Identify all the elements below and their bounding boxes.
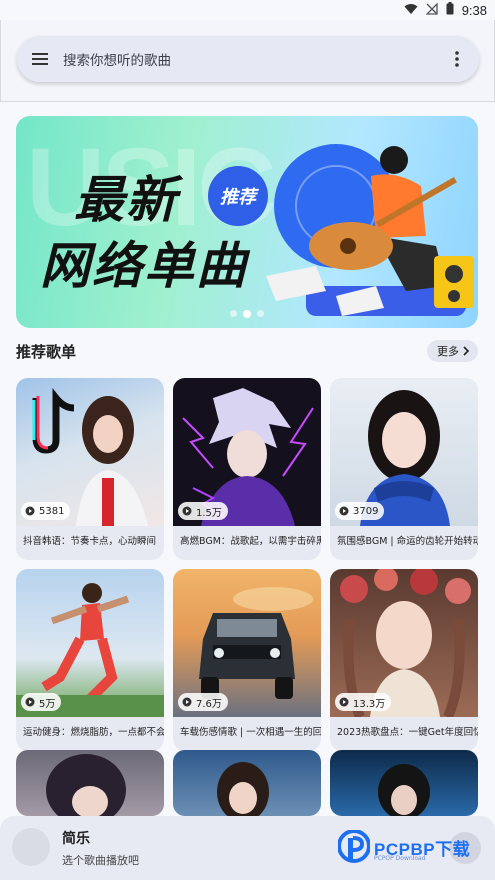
play-circle-icon xyxy=(182,697,192,707)
playlist-title: 抖音韩语：节奏卡点，心动瞬间 xyxy=(23,536,157,547)
search-input[interactable]: 搜索你想听的歌曲 xyxy=(63,49,435,69)
playlist-cover: 5381 xyxy=(16,378,164,526)
banner-badge: 推荐 xyxy=(208,166,268,226)
play-count-value: 3709 xyxy=(353,505,379,517)
playlist-title: 高燃BGM：战歌起，以需宇击碎黑暗！ xyxy=(180,536,321,547)
chevron-right-icon xyxy=(463,346,470,356)
play-count: 3709 xyxy=(335,502,385,520)
carousel-dot[interactable] xyxy=(257,310,264,317)
play-circle-icon xyxy=(339,506,349,516)
play-count-value: 5万 xyxy=(39,698,56,710)
playlist-title: 车载伤感情歌 | 一次相遇一生的回忆 xyxy=(180,727,321,738)
playlist-card[interactable] xyxy=(16,750,164,816)
play-circle-icon xyxy=(25,697,35,707)
playlist-cover: 3709 xyxy=(330,378,478,526)
playlist-card[interactable]: 7.6万 车载伤感情歌 | 一次相遇一生的回忆 xyxy=(173,569,321,751)
playlist-card[interactable]: 1.5万 高燃BGM：战歌起，以需宇击碎黑暗！ xyxy=(173,378,321,560)
play-count-value: 13.3万 xyxy=(353,698,386,710)
section-header: 推荐歌单 更多 xyxy=(16,336,478,366)
play-circle-icon xyxy=(25,506,35,516)
play-count: 7.6万 xyxy=(178,693,228,711)
play-count-value: 1.5万 xyxy=(196,507,222,519)
play-count: 13.3万 xyxy=(335,693,392,711)
status-time: 9:38 xyxy=(461,2,487,18)
playlist-cover: 1.5万 xyxy=(173,378,321,526)
playlist-title: 运动健身：燃烧脂肪，一点都不会累 xyxy=(23,727,164,738)
playlist-card[interactable]: 13.3万 2023热歌盘点：一键Get年度回忆录 xyxy=(330,569,478,751)
play-count-value: 5381 xyxy=(39,505,65,517)
watermark-subtext: PCPOP Download xyxy=(374,855,426,862)
player-title: 简乐 xyxy=(62,831,90,847)
playlist-cover xyxy=(16,750,164,816)
playlist-title: 氛围感BGM | 命运的齿轮开始转动 xyxy=(337,536,478,547)
playlist-card[interactable]: 5381 抖音韩语：节奏卡点，心动瞬间 xyxy=(16,378,164,560)
playlist-cover: 13.3万 xyxy=(330,569,478,717)
section-title: 推荐歌单 xyxy=(16,342,77,361)
player-subtitle: 选个歌曲播放吧 xyxy=(62,854,139,867)
playlist-card[interactable] xyxy=(330,750,478,816)
play-count: 5381 xyxy=(21,502,71,520)
banner-illustration xyxy=(266,144,474,316)
play-circle-icon xyxy=(182,506,192,516)
playlist-title: 2023热歌盘点：一键Get年度回忆录 xyxy=(337,727,478,738)
play-count: 5万 xyxy=(21,693,62,711)
watermark: PCPBP下载 PCPOP Download xyxy=(338,828,486,866)
banner-headline-2: 网络单曲 xyxy=(40,237,248,295)
playlist-cover: 5万 xyxy=(16,569,164,717)
carousel-indicator[interactable] xyxy=(230,310,264,318)
play-count: 1.5万 xyxy=(178,502,228,520)
banner-headline-1: 最新 xyxy=(74,171,178,229)
banner-carousel[interactable]: USIC 最新 网络单曲 推荐 xyxy=(16,116,478,328)
playlist-card[interactable]: 3709 氛围感BGM | 命运的齿轮开始转动 xyxy=(330,378,478,560)
carousel-dot-active[interactable] xyxy=(243,310,251,318)
signal-off-icon xyxy=(425,1,438,18)
battery-icon xyxy=(446,2,454,18)
status-bar: 9:38 xyxy=(0,0,495,20)
playlist-cover xyxy=(330,750,478,816)
watermark-logo-icon xyxy=(338,830,370,863)
more-button[interactable]: 更多 xyxy=(427,340,478,362)
more-vert-icon[interactable] xyxy=(435,36,479,82)
carousel-dot[interactable] xyxy=(230,310,237,317)
more-button-label: 更多 xyxy=(437,345,459,358)
playlist-cover: 7.6万 xyxy=(173,569,321,717)
player-cover xyxy=(12,828,50,866)
play-circle-icon xyxy=(339,697,349,707)
search-bar[interactable]: 搜索你想听的歌曲 xyxy=(17,36,479,82)
playlist-card[interactable]: 5万 运动健身：燃烧脂肪，一点都不会累 xyxy=(16,569,164,751)
search-header: 搜索你想听的歌曲 xyxy=(0,20,495,102)
play-count-value: 7.6万 xyxy=(196,698,222,710)
wifi-icon xyxy=(404,3,418,18)
playlist-card[interactable] xyxy=(173,750,321,816)
menu-icon[interactable] xyxy=(17,36,63,82)
playlist-cover xyxy=(173,750,321,816)
